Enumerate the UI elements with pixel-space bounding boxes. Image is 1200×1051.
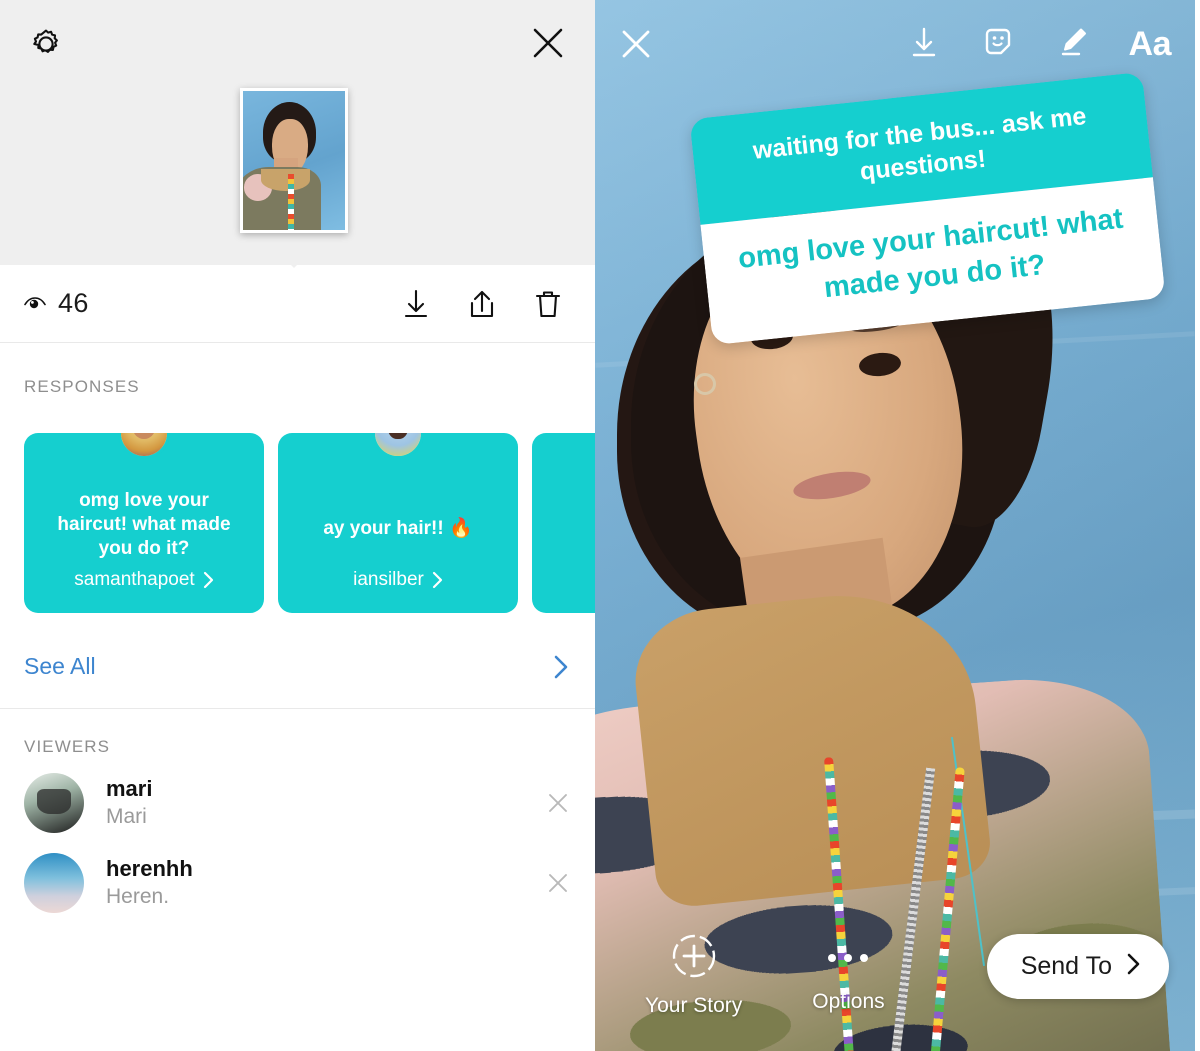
- story-insights-panel: 46 RESPONSES omg love your haircut! what…: [0, 0, 595, 1051]
- save-icon[interactable]: [399, 287, 433, 321]
- see-all-label: See All: [24, 653, 96, 679]
- list-item[interactable]: mari Mari: [0, 763, 595, 843]
- viewer-fullname: Heren.: [106, 884, 170, 908]
- viewers-list: mari Mari herenhh Heren.: [0, 757, 595, 923]
- view-count-value: 46: [58, 288, 89, 318]
- story-stats-row: 46: [0, 265, 595, 343]
- response-username-label: iansilber: [353, 569, 424, 590]
- close-icon[interactable]: [547, 872, 569, 894]
- responses-section-label: RESPONSES: [24, 377, 140, 396]
- list-item[interactable]: herenhh Heren.: [0, 843, 595, 923]
- add-to-story-icon: [671, 933, 717, 984]
- response-username-label: samanthapoet: [74, 569, 195, 590]
- options-button[interactable]: Options: [812, 936, 885, 1014]
- story-composer-panel: Aa waiting for the bus... ask me questio…: [595, 0, 1195, 1051]
- draw-icon[interactable]: [1055, 25, 1089, 64]
- response-text: ay your hair!! 🔥: [323, 518, 473, 540]
- your-story-button[interactable]: Your Story: [645, 933, 742, 1018]
- composer-tools: Aa: [907, 25, 1172, 64]
- chevron-right-icon: [432, 571, 443, 589]
- response-card[interactable]: ay your hair!! 🔥 iansilber: [278, 433, 518, 613]
- viewers-section-label: VIEWERS: [24, 737, 111, 756]
- chevron-right-icon: [553, 654, 569, 680]
- response-text: omg love your haircut! what made you do …: [57, 490, 231, 559]
- composer-topbar: Aa: [595, 0, 1195, 88]
- view-count: 46: [24, 288, 89, 319]
- avatar: [372, 433, 424, 459]
- delete-icon[interactable]: [531, 287, 565, 321]
- viewer-handle: mari: [106, 776, 153, 802]
- send-to-label: Send To: [1020, 951, 1112, 980]
- response-username[interactable]: samanthapoet: [74, 569, 213, 613]
- chevron-right-icon: [1126, 952, 1141, 981]
- avatar[interactable]: [24, 773, 84, 833]
- question-sticker[interactable]: waiting for the bus... ask me questions!…: [689, 71, 1166, 346]
- insights-header: [0, 0, 595, 265]
- composer-bottombar: Your Story Options Send To: [595, 921, 1195, 1051]
- viewer-handle: herenhh: [106, 856, 193, 882]
- download-icon[interactable]: [907, 25, 941, 64]
- chevron-right-icon: [203, 571, 214, 589]
- sticker-icon[interactable]: [981, 25, 1015, 64]
- response-card[interactable]: omg love your haircut! what made you do …: [24, 433, 264, 613]
- gear-icon[interactable]: [28, 26, 64, 62]
- story-thumbnail[interactable]: [240, 88, 348, 233]
- screen-root: 46 RESPONSES omg love your haircut! what…: [0, 0, 1200, 1051]
- viewer-names: mari Mari: [106, 775, 152, 831]
- share-icon[interactable]: [465, 287, 499, 321]
- story-thumbnail-image: [243, 91, 345, 230]
- response-username[interactable]: iansilber: [353, 569, 443, 613]
- text-icon[interactable]: Aa: [1129, 25, 1172, 64]
- your-story-label: Your Story: [645, 993, 743, 1017]
- viewer-names: herenhh Heren.: [106, 855, 193, 911]
- close-icon[interactable]: [529, 24, 567, 62]
- story-actions: [399, 287, 565, 321]
- avatar[interactable]: [24, 853, 84, 913]
- options-label: Options: [812, 990, 885, 1013]
- close-icon[interactable]: [619, 27, 653, 61]
- see-all-row[interactable]: See All: [0, 625, 595, 709]
- send-to-button[interactable]: Send To: [986, 933, 1169, 999]
- eye-icon: [24, 296, 46, 312]
- response-card[interactable]: sam te s: [532, 433, 595, 613]
- responses-carousel[interactable]: omg love your haircut! what made you do …: [0, 433, 595, 625]
- close-icon[interactable]: [547, 792, 569, 814]
- more-dots-icon: [826, 936, 870, 980]
- viewer-fullname: Mari: [106, 804, 147, 828]
- avatar: [118, 433, 170, 459]
- thumbnail-pointer: [272, 246, 316, 268]
